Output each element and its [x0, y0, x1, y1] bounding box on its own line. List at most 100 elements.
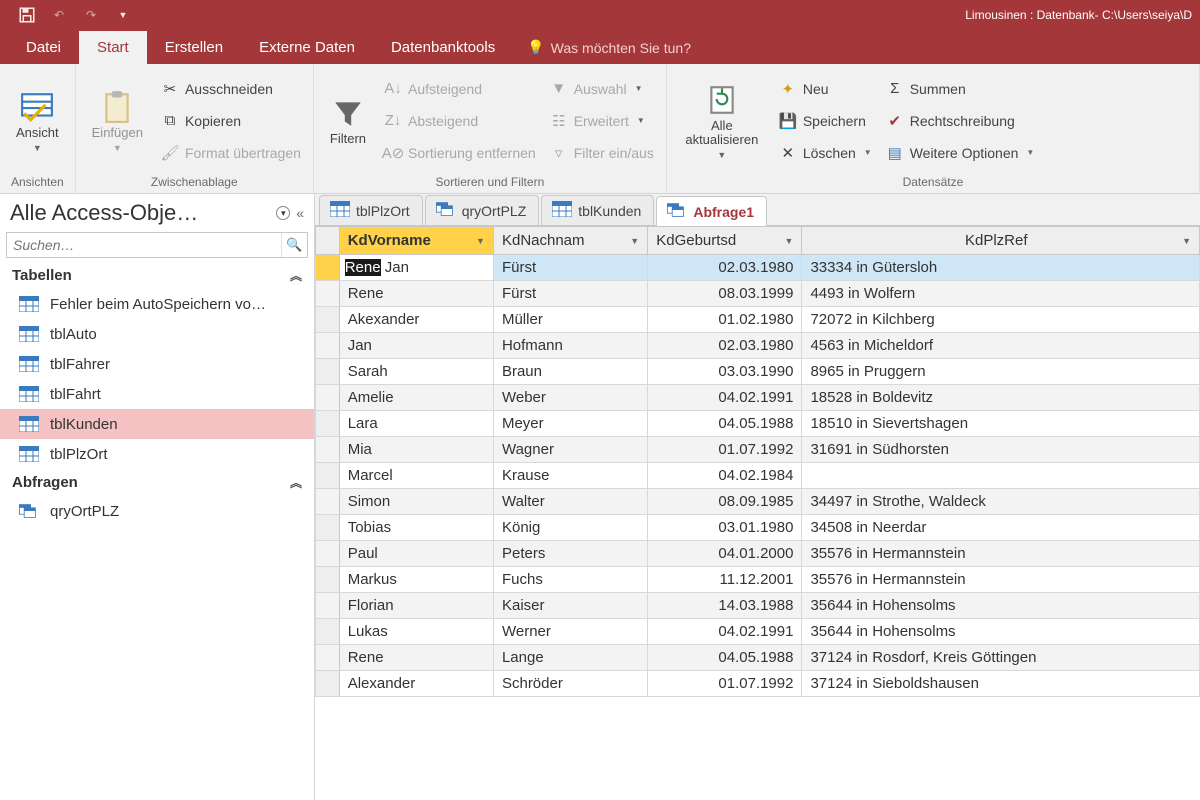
cell-nachname[interactable]: Werner [493, 619, 647, 645]
cell-geburtsdatum[interactable]: 03.01.1980 [648, 515, 802, 541]
refresh-all-button[interactable]: Alle aktualisieren ▼ [675, 81, 769, 161]
cell-vorname[interactable]: Akexander [339, 307, 493, 333]
cell-geburtsdatum[interactable]: 01.02.1980 [648, 307, 802, 333]
nav-item-table[interactable]: Fehler beim AutoSpeichern vo… [0, 289, 314, 319]
spelling-button[interactable]: ✔Rechtschreibung [886, 107, 1035, 135]
cell-plzref[interactable] [802, 463, 1200, 489]
row-selector[interactable] [316, 541, 340, 567]
cell-geburtsdatum[interactable]: 01.07.1992 [648, 671, 802, 697]
table-row[interactable]: SimonWalter08.09.198534497 in Strothe, W… [316, 489, 1200, 515]
cell-nachname[interactable]: Meyer [493, 411, 647, 437]
cell-vorname[interactable]: Sarah [339, 359, 493, 385]
copy-button[interactable]: ⧉Kopieren [161, 107, 301, 135]
tab-erstellen[interactable]: Erstellen [147, 31, 241, 64]
cell-geburtsdatum[interactable]: 04.05.1988 [648, 645, 802, 671]
nav-category-queries[interactable]: Abfragen︽ [0, 469, 314, 496]
row-selector[interactable] [316, 437, 340, 463]
qat-dropdown-icon[interactable]: ▼ [114, 6, 132, 24]
new-record-button[interactable]: ✦Neu [779, 75, 872, 103]
row-selector[interactable] [316, 515, 340, 541]
cell-plzref[interactable]: 18528 in Boldevitz [802, 385, 1200, 411]
cell-geburtsdatum[interactable]: 14.03.1988 [648, 593, 802, 619]
cell-nachname[interactable]: Schröder [493, 671, 647, 697]
more-options-button[interactable]: ▤Weitere Optionen▼ [886, 139, 1035, 167]
nav-menu-icon[interactable]: ▾ [276, 206, 290, 220]
advanced-filter-button[interactable]: ☷Erweitert▼ [550, 107, 654, 135]
table-row[interactable]: Rene JanFürst02.03.198033334 in Güterslo… [316, 255, 1200, 281]
save-record-button[interactable]: 💾Speichern [779, 107, 872, 135]
cell-plzref[interactable]: 33334 in Gütersloh [802, 255, 1200, 281]
cell-vorname[interactable]: Paul [339, 541, 493, 567]
cell-vorname[interactable]: Rene Jan [339, 255, 493, 281]
row-selector[interactable] [316, 567, 340, 593]
table-row[interactable]: PaulPeters04.01.200035576 in Hermannstei… [316, 541, 1200, 567]
table-row[interactable]: ReneFürst08.03.19994493 in Wolfern [316, 281, 1200, 307]
cell-plzref[interactable]: 35576 in Hermannstein [802, 567, 1200, 593]
cell-plzref[interactable]: 35644 in Hohensolms [802, 593, 1200, 619]
table-row[interactable]: LaraMeyer04.05.198818510 in Sievertshage… [316, 411, 1200, 437]
toggle-filter-button[interactable]: ▿Filter ein/aus [550, 139, 654, 167]
row-selector[interactable] [316, 411, 340, 437]
cell-geburtsdatum[interactable]: 11.12.2001 [648, 567, 802, 593]
cell-nachname[interactable]: Wagner [493, 437, 647, 463]
totals-button[interactable]: ΣSummen [886, 75, 1035, 103]
document-tab[interactable]: tblKunden [541, 195, 654, 225]
column-header[interactable]: KdVorname▼ [339, 227, 493, 255]
cell-geburtsdatum[interactable]: 03.03.1990 [648, 359, 802, 385]
save-icon[interactable] [18, 6, 36, 24]
cell-nachname[interactable]: Müller [493, 307, 647, 333]
cell-nachname[interactable]: Krause [493, 463, 647, 489]
search-input[interactable] [7, 233, 281, 257]
cell-vorname[interactable]: Rene [339, 645, 493, 671]
cell-nachname[interactable]: Walter [493, 489, 647, 515]
cell-plzref[interactable]: 34497 in Strothe, Waldeck [802, 489, 1200, 515]
cell-vorname[interactable]: Florian [339, 593, 493, 619]
data-grid[interactable]: KdVorname▼KdNachnam▼KdGeburtsd▼KdPlzRef▼… [315, 226, 1200, 697]
document-tab[interactable]: tblPlzOrt [319, 195, 423, 225]
row-selector[interactable] [316, 255, 340, 281]
column-header[interactable]: KdGeburtsd▼ [648, 227, 802, 255]
row-selector[interactable] [316, 619, 340, 645]
cell-nachname[interactable]: Lange [493, 645, 647, 671]
row-selector[interactable] [316, 489, 340, 515]
document-tab[interactable]: Abfrage1 [656, 196, 767, 226]
cell-nachname[interactable]: Kaiser [493, 593, 647, 619]
cell-nachname[interactable]: Weber [493, 385, 647, 411]
cell-plzref[interactable]: 4493 in Wolfern [802, 281, 1200, 307]
format-painter-button[interactable]: 🖌Format übertragen [161, 139, 301, 167]
table-row[interactable]: LukasWerner04.02.199135644 in Hohensolms [316, 619, 1200, 645]
view-button[interactable]: Ansicht ▼ [8, 88, 67, 153]
cell-plzref[interactable]: 35576 in Hermannstein [802, 541, 1200, 567]
nav-item-table[interactable]: tblFahrt [0, 379, 314, 409]
selection-filter-button[interactable]: ▼Auswahl▼ [550, 75, 654, 103]
table-row[interactable]: MarcelKrause04.02.1984 [316, 463, 1200, 489]
tab-externe-daten[interactable]: Externe Daten [241, 31, 373, 64]
tab-start[interactable]: Start [79, 31, 147, 64]
cell-plzref[interactable]: 34508 in Neerdar [802, 515, 1200, 541]
remove-sort-button[interactable]: A⊘Sortierung entfernen [384, 139, 536, 167]
chevron-down-icon[interactable]: ▼ [476, 236, 485, 246]
cell-vorname[interactable]: Lukas [339, 619, 493, 645]
filter-button[interactable]: Filtern [322, 94, 374, 146]
delete-record-button[interactable]: ✕Löschen▼ [779, 139, 872, 167]
cell-geburtsdatum[interactable]: 01.07.1992 [648, 437, 802, 463]
cell-geburtsdatum[interactable]: 02.03.1980 [648, 255, 802, 281]
row-selector[interactable] [316, 593, 340, 619]
table-row[interactable]: JanHofmann02.03.19804563 in Micheldorf [316, 333, 1200, 359]
nav-item-table[interactable]: tblPlzOrt [0, 439, 314, 469]
row-selector-header[interactable] [316, 227, 340, 255]
cell-nachname[interactable]: Braun [493, 359, 647, 385]
cell-vorname[interactable]: Lara [339, 411, 493, 437]
nav-item-table[interactable]: tblAuto [0, 319, 314, 349]
collapse-pane-icon[interactable]: « [296, 205, 304, 221]
cell-vorname[interactable]: Alexander [339, 671, 493, 697]
sort-asc-button[interactable]: A↓Aufsteigend [384, 75, 536, 103]
document-tab[interactable]: qryOrtPLZ [425, 195, 540, 225]
search-icon[interactable]: 🔍 [281, 233, 307, 257]
column-header[interactable]: KdPlzRef▼ [802, 227, 1200, 255]
undo-icon[interactable]: ↶ [50, 6, 68, 24]
tab-datei[interactable]: Datei [8, 31, 79, 64]
cell-plzref[interactable]: 37124 in Sieboldshausen [802, 671, 1200, 697]
row-selector[interactable] [316, 307, 340, 333]
cell-vorname[interactable]: Rene [339, 281, 493, 307]
